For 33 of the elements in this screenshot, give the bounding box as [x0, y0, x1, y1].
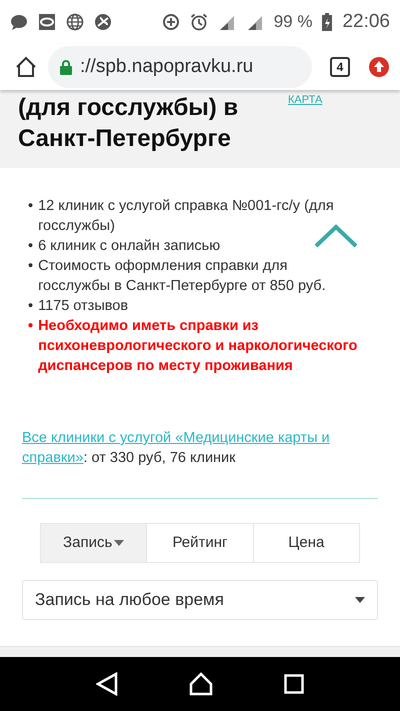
related-text: Все клиники с услугой «Медицинские карты и справки»: от 330 руб, 76 клиник — [22, 429, 331, 468]
battery-icon — [322, 13, 332, 31]
home-icon[interactable] — [14, 55, 38, 79]
scroll-up-icon[interactable] — [314, 224, 358, 248]
globe-icon — [66, 13, 84, 31]
fact-item: 1175 отзывов — [38, 297, 128, 316]
lock-icon — [60, 59, 72, 75]
address-bar[interactable]: ://spb.napopravku.ru — [48, 46, 312, 88]
home-icon[interactable] — [188, 672, 213, 696]
fact-item: Необходимо иметь справки из психоневрологического и наркологического диспансеров по месту проживания — [38, 317, 358, 376]
oval-app-icon — [38, 13, 56, 31]
time-filter-select[interactable]: Запись на любое время — [22, 580, 378, 620]
chat-bubble-icon — [10, 13, 28, 31]
sort-tab[interactable]: Запись — [41, 524, 146, 562]
bullet-mark: • — [28, 237, 34, 256]
bullet-mark: • — [28, 297, 34, 316]
page-heading: (для госслужбы) в Санкт-Петербурге — [18, 93, 240, 154]
bullet-mark: • — [28, 257, 34, 276]
tab-count-button[interactable]: 4 — [330, 57, 350, 77]
fact-item: 6 клиник с онлайн записью — [38, 237, 220, 256]
recents-icon[interactable] — [284, 674, 304, 694]
upload-icon[interactable] — [368, 56, 390, 78]
bullet-mark: • — [28, 197, 34, 216]
url-text: ://spb.napopravku.ru — [80, 54, 254, 79]
clock: 22:06 — [342, 10, 390, 34]
data-saver-icon — [162, 13, 180, 31]
back-icon[interactable] — [96, 672, 118, 696]
battery-level: 99 % — [274, 11, 312, 34]
bullet-mark: • — [28, 317, 34, 336]
fact-item: 12 клиник с услугой справка №001-гс/у (для госслужбы) — [38, 197, 335, 236]
alarm-clock-icon — [190, 13, 208, 31]
caret-icon — [355, 597, 365, 603]
fact-item: Стоимость оформления справки для госслужбы в Санкт-Петербурге от 850 руб. — [38, 257, 327, 296]
